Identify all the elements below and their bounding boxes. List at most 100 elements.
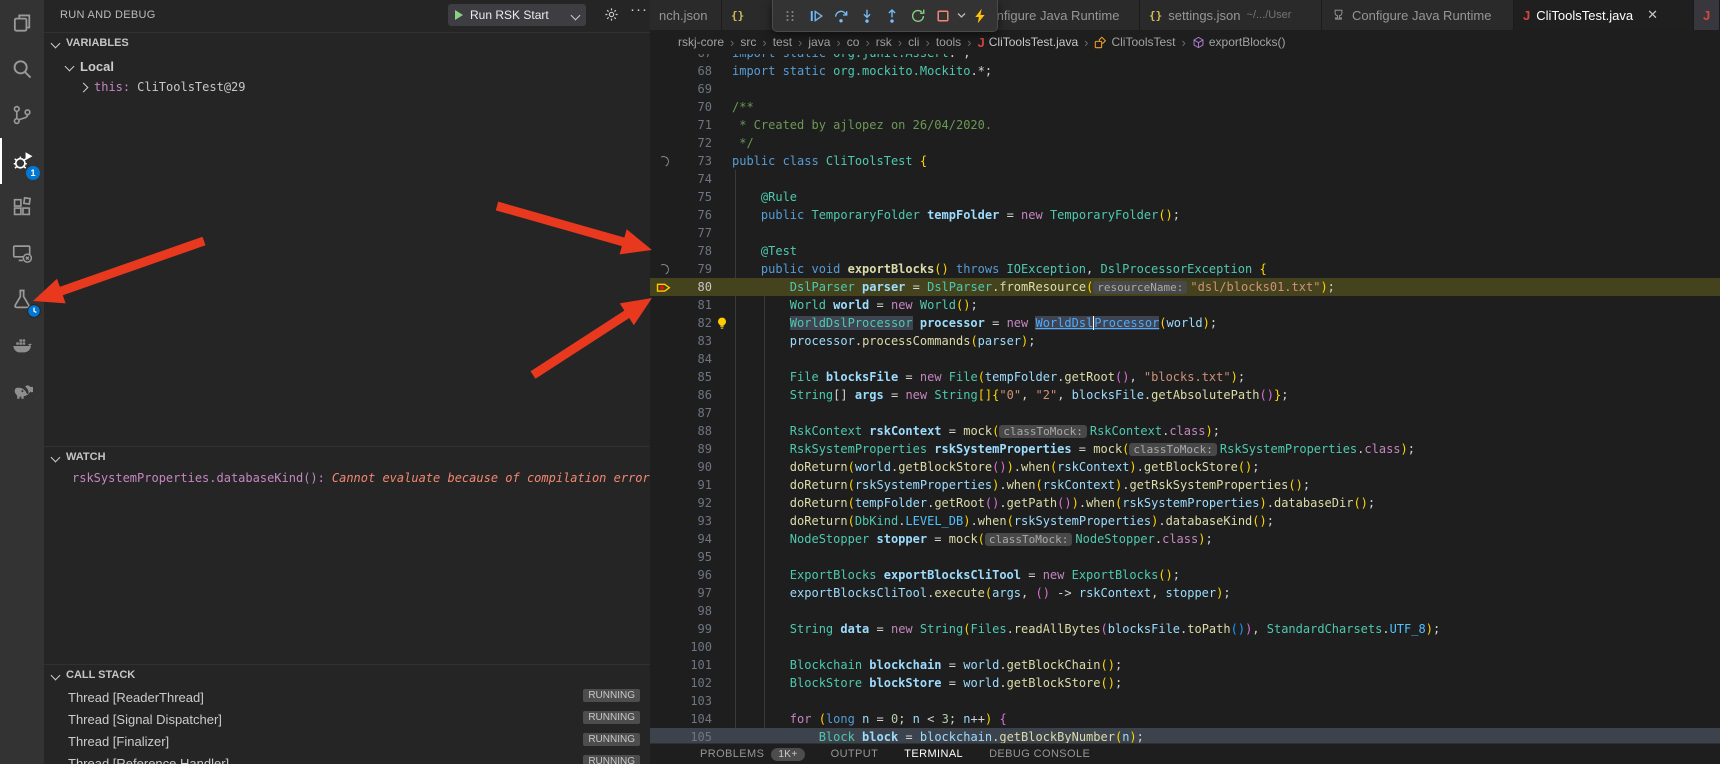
debug-hot-code-replace-button[interactable] bbox=[968, 4, 993, 28]
panel-tab-debug-console[interactable]: DEBUG CONSOLE bbox=[989, 748, 1090, 760]
code-line-94[interactable]: 94 NodeStopper stopper = mock(classToMoc… bbox=[650, 530, 1720, 548]
stop-options-chevron-icon[interactable] bbox=[957, 4, 967, 28]
panel-tab-output[interactable]: OUTPUT bbox=[831, 748, 879, 760]
more-actions-icon[interactable]: ··· bbox=[630, 1, 648, 18]
call-stack-thread[interactable]: Thread [ReaderThread]RUNNING bbox=[44, 686, 650, 708]
code-line-100[interactable]: 100 bbox=[650, 638, 1720, 656]
watch-expression-row[interactable]: rskSystemProperties.databaseKind(): Cann… bbox=[72, 468, 650, 488]
gear-icon[interactable] bbox=[604, 7, 619, 22]
breadcrumb-item[interactable]: rsk bbox=[876, 35, 892, 49]
code-editor[interactable]: 67import static org.junit.Assert.*;68imp… bbox=[650, 54, 1720, 744]
activity-item-run-and-debug[interactable]: 1 bbox=[0, 138, 44, 184]
call-stack-thread[interactable]: Thread [Finalizer]RUNNING bbox=[44, 730, 650, 752]
panel-tab-terminal[interactable]: TERMINAL bbox=[904, 748, 963, 760]
run-config-button[interactable]: Run RSK Start bbox=[448, 4, 586, 26]
code-line-69[interactable]: 69 bbox=[650, 80, 1720, 98]
breadcrumb[interactable]: rskj-core›src›test›java›co›rsk›cli›tools… bbox=[650, 30, 1720, 54]
line-number[interactable]: 93 bbox=[676, 512, 712, 530]
chevron-right-icon[interactable] bbox=[79, 82, 89, 92]
line-number[interactable]: 71 bbox=[676, 116, 712, 134]
editor-tab-CliToolsTest.java[interactable]: JCliToolsTest.java✕ bbox=[1514, 0, 1694, 30]
call-stack-thread[interactable]: Thread [Reference Handler]RUNNING bbox=[44, 752, 650, 764]
activity-item-source-control[interactable] bbox=[0, 92, 44, 138]
code-line-101[interactable]: 101 Blockchain blockchain = world.getBlo… bbox=[650, 656, 1720, 674]
line-number[interactable]: 68 bbox=[676, 62, 712, 80]
code-line-74[interactable]: 74 bbox=[650, 170, 1720, 188]
code-line-97[interactable]: 97 exportBlocksCliTool.execute(args, () … bbox=[650, 584, 1720, 602]
code-line-89[interactable]: 89 RskSystemProperties rskSystemProperti… bbox=[650, 440, 1720, 458]
code-line-85[interactable]: 85 File blocksFile = new File(tempFolder… bbox=[650, 368, 1720, 386]
activity-item-testing[interactable] bbox=[0, 276, 44, 322]
code-line-67[interactable]: 67import static org.junit.Assert.*; bbox=[650, 54, 1720, 62]
watch-section-header[interactable]: WATCH bbox=[44, 446, 650, 467]
line-number[interactable]: 86 bbox=[676, 386, 712, 404]
line-number[interactable]: 90 bbox=[676, 458, 712, 476]
code-line-102[interactable]: 102 BlockStore blockStore = world.getBlo… bbox=[650, 674, 1720, 692]
code-line-70[interactable]: 70/** bbox=[650, 98, 1720, 116]
line-number[interactable]: 67 bbox=[676, 54, 712, 62]
code-line-86[interactable]: 86 String[] args = new String[]{"0", "2"… bbox=[650, 386, 1720, 404]
line-number[interactable]: 92 bbox=[676, 494, 712, 512]
line-number[interactable]: 101 bbox=[676, 656, 712, 674]
line-number[interactable]: 70 bbox=[676, 98, 712, 116]
line-number[interactable]: 82 bbox=[676, 314, 712, 332]
line-number[interactable]: 79 bbox=[676, 260, 712, 278]
chevron-down-icon[interactable] bbox=[571, 10, 581, 20]
code-line-79[interactable]: 79 public void exportBlocks() throws IOE… bbox=[650, 260, 1720, 278]
breadcrumb-item[interactable]: JCliToolsTest.java bbox=[978, 35, 1079, 50]
code-line-98[interactable]: 98 bbox=[650, 602, 1720, 620]
code-line-92[interactable]: 92 doReturn(tempFolder.getRoot().getPath… bbox=[650, 494, 1720, 512]
code-line-71[interactable]: 71 * Created by ajlopez on 26/04/2020. bbox=[650, 116, 1720, 134]
line-number[interactable]: 94 bbox=[676, 530, 712, 548]
gutter-glyph-margin[interactable] bbox=[650, 264, 676, 275]
line-number[interactable]: 73 bbox=[676, 152, 712, 170]
line-number[interactable]: 103 bbox=[676, 692, 712, 710]
debug-continue-button[interactable] bbox=[804, 4, 829, 28]
gutter-glyph-margin[interactable] bbox=[650, 156, 676, 167]
code-line-91[interactable]: 91 doReturn(rskSystemProperties).when(rs… bbox=[650, 476, 1720, 494]
line-number[interactable]: 77 bbox=[676, 224, 712, 242]
debug-restart-button[interactable] bbox=[906, 4, 931, 28]
debug-step-into-button[interactable] bbox=[855, 4, 880, 28]
line-number[interactable]: 89 bbox=[676, 440, 712, 458]
line-number[interactable]: 85 bbox=[676, 368, 712, 386]
code-line-81[interactable]: 81 World world = new World(); bbox=[650, 296, 1720, 314]
code-line-95[interactable]: 95 bbox=[650, 548, 1720, 566]
code-line-73[interactable]: 73public class CliToolsTest { bbox=[650, 152, 1720, 170]
line-number[interactable]: 91 bbox=[676, 476, 712, 494]
line-number[interactable]: 76 bbox=[676, 206, 712, 224]
code-line-72[interactable]: 72 */ bbox=[650, 134, 1720, 152]
code-line-99[interactable]: 99 String data = new String(Files.readAl… bbox=[650, 620, 1720, 638]
variables-section-header[interactable]: VARIABLES bbox=[44, 32, 650, 53]
line-number[interactable]: 99 bbox=[676, 620, 712, 638]
breadcrumb-item[interactable]: rskj-core bbox=[678, 35, 724, 49]
debug-stop-button[interactable] bbox=[931, 4, 956, 28]
line-number[interactable]: 74 bbox=[676, 170, 712, 188]
line-number[interactable]: 88 bbox=[676, 422, 712, 440]
breadcrumb-item[interactable]: tools bbox=[936, 35, 961, 49]
activity-item-gradle[interactable] bbox=[0, 368, 44, 414]
breadcrumb-item[interactable]: cli bbox=[908, 35, 919, 49]
line-number[interactable]: 104 bbox=[676, 710, 712, 728]
code-line-75[interactable]: 75 @Rule bbox=[650, 188, 1720, 206]
activity-item-docker[interactable] bbox=[0, 322, 44, 368]
code-line-105[interactable]: 105 Block block = blockchain.getBlockByN… bbox=[650, 728, 1720, 744]
debug-step-over-button[interactable] bbox=[829, 4, 854, 28]
breadcrumb-item[interactable]: exportBlocks() bbox=[1192, 35, 1286, 49]
line-number[interactable]: 72 bbox=[676, 134, 712, 152]
variable-this[interactable]: this: CliToolsTest@29 bbox=[80, 77, 246, 97]
code-line-88[interactable]: 88 RskContext rskContext = mock(classToM… bbox=[650, 422, 1720, 440]
breadcrumb-item[interactable]: src bbox=[740, 35, 756, 49]
line-number[interactable]: 69 bbox=[676, 80, 712, 98]
line-number[interactable]: 95 bbox=[676, 548, 712, 566]
activity-item-remote-explorer[interactable] bbox=[0, 230, 44, 276]
line-number[interactable]: 84 bbox=[676, 350, 712, 368]
activity-item-extensions[interactable] bbox=[0, 184, 44, 230]
code-line-78[interactable]: 78 @Test bbox=[650, 242, 1720, 260]
variables-scope-local[interactable]: Local bbox=[66, 56, 114, 76]
code-line-83[interactable]: 83 processor.processCommands(parser); bbox=[650, 332, 1720, 350]
line-number[interactable]: 83 bbox=[676, 332, 712, 350]
activity-item-explorer[interactable] bbox=[0, 0, 44, 46]
line-number[interactable]: 87 bbox=[676, 404, 712, 422]
panel-tab-problems[interactable]: PROBLEMS1K+ bbox=[700, 748, 805, 761]
